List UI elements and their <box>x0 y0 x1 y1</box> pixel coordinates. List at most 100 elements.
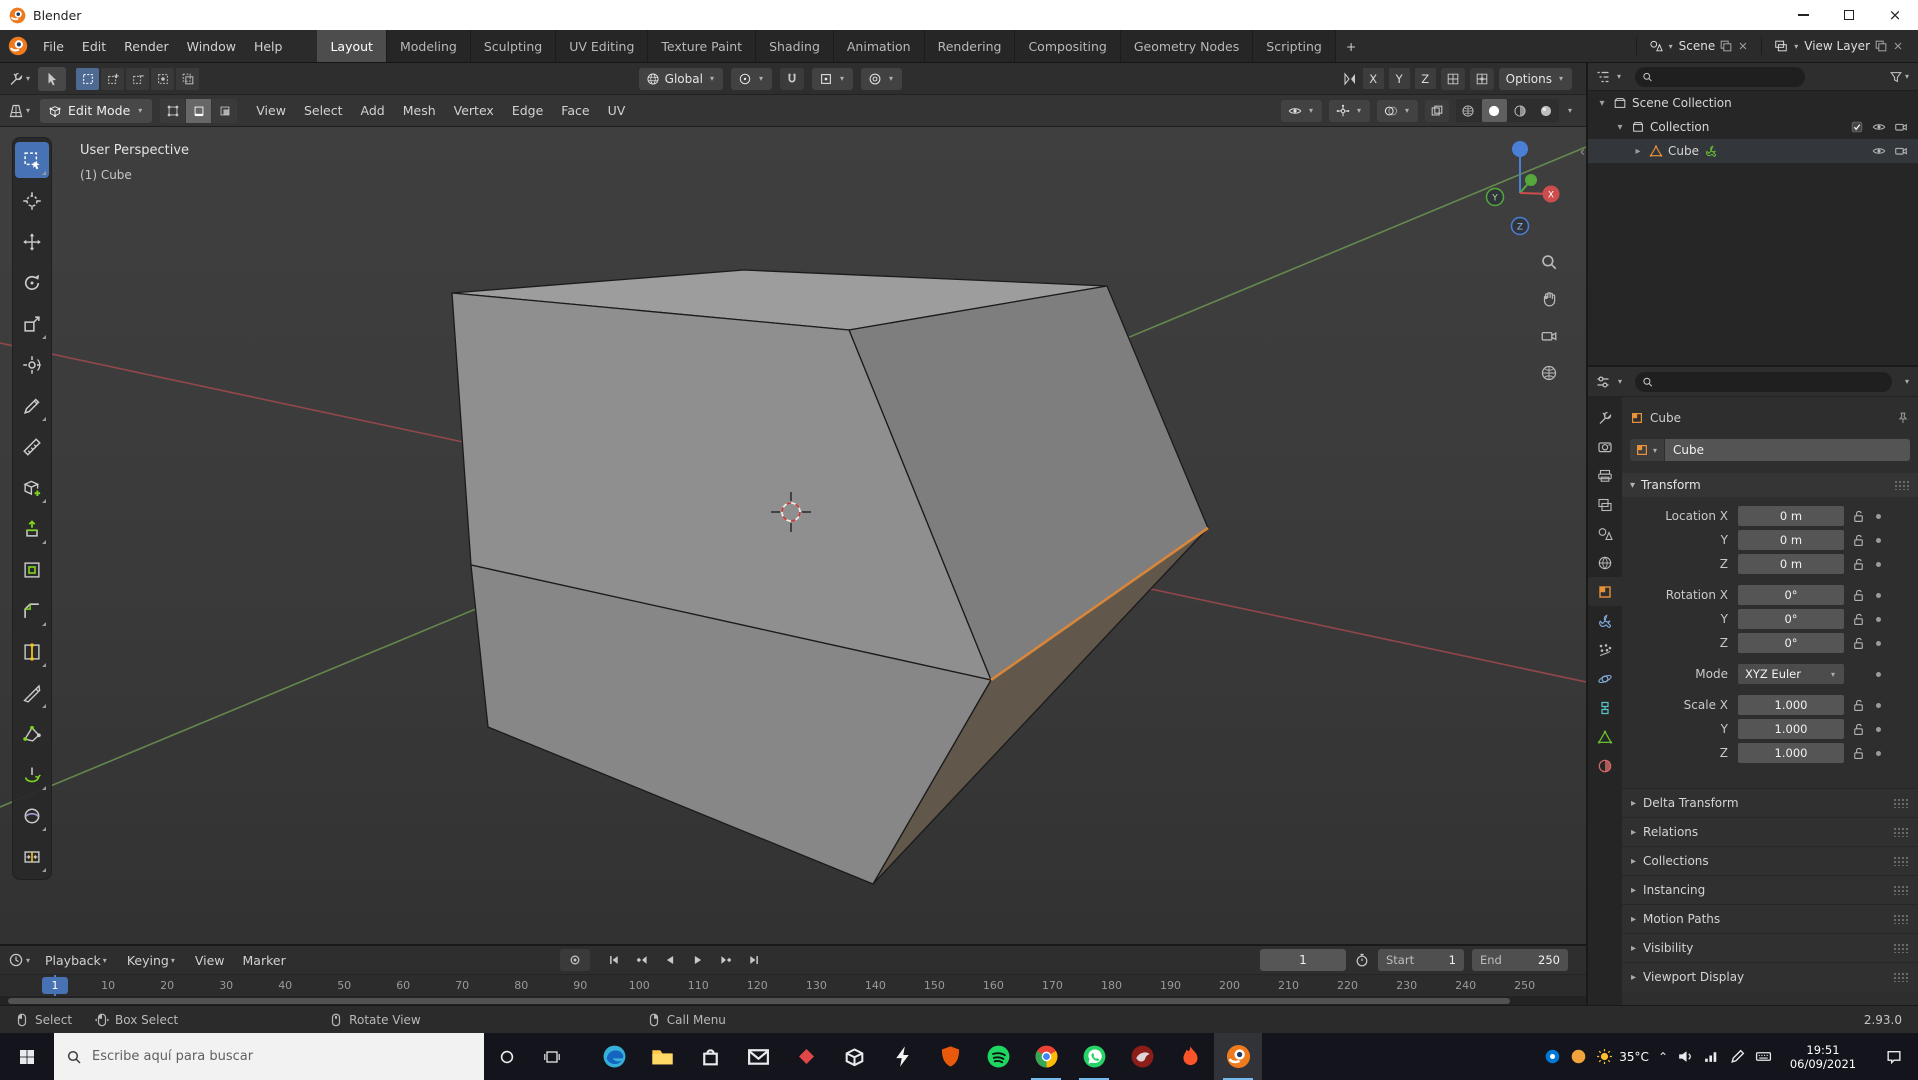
next-keyframe-button[interactable] <box>714 949 738 971</box>
properties-tab-physics[interactable] <box>1588 664 1622 693</box>
current-frame-field[interactable]: 1 <box>1260 949 1346 971</box>
viewport-menu-vertex[interactable]: Vertex <box>445 95 503 126</box>
outliner-editor-icon[interactable] <box>1595 69 1611 85</box>
camera-icon[interactable] <box>1894 144 1908 158</box>
section-collections[interactable]: ▸ Collections <box>1622 846 1918 875</box>
taskbar-flame-app[interactable] <box>1166 1033 1214 1080</box>
properties-tab-tool[interactable] <box>1588 403 1622 432</box>
tool-measure[interactable] <box>15 429 49 465</box>
camera-view-button[interactable] <box>1536 323 1562 349</box>
breadcrumb-object[interactable]: Cube <box>1650 411 1681 425</box>
new-scene-icon[interactable] <box>1719 39 1733 53</box>
pan-button[interactable] <box>1536 286 1562 312</box>
object-visibility-dropdown[interactable]: ▾ <box>1280 99 1322 122</box>
gizmos-dropdown[interactable]: ▾ <box>1328 99 1370 122</box>
lock-icon[interactable] <box>1851 636 1866 651</box>
timeline-menu-marker[interactable]: Marker <box>234 946 295 974</box>
properties-tab-modifiers[interactable] <box>1588 606 1622 635</box>
keyframe-dot[interactable] <box>1876 640 1881 646</box>
properties-tab-data[interactable] <box>1588 722 1622 751</box>
network-icon[interactable] <box>1703 1048 1720 1065</box>
hidden-icons-chevron[interactable]: ⌃ <box>1658 1050 1668 1064</box>
taskbar-bolt-app[interactable] <box>878 1033 926 1080</box>
number-field[interactable]: 0 m <box>1738 530 1844 550</box>
keyframe-dot[interactable] <box>1876 702 1881 708</box>
task-view-button[interactable] <box>529 1033 574 1080</box>
section-grip[interactable] <box>1893 885 1909 895</box>
rotation-mode-dropdown[interactable]: XYZ Euler ▾ <box>1738 664 1844 684</box>
end-frame-field[interactable]: End 250 <box>1472 949 1568 971</box>
taskbar-spotify[interactable] <box>974 1033 1022 1080</box>
transform-panel-header[interactable]: ▾ Transform <box>1622 473 1918 497</box>
lock-icon[interactable] <box>1851 698 1866 713</box>
object-name-field[interactable]: Cube <box>1665 439 1910 461</box>
active-tool-button[interactable] <box>38 66 67 91</box>
properties-editor-icon[interactable] <box>1595 374 1611 390</box>
tool-extrude-region[interactable] <box>15 511 49 547</box>
viewport-menu-view[interactable]: View <box>247 95 295 126</box>
tool-smooth[interactable] <box>15 798 49 834</box>
select-set-button[interactable] <box>76 67 100 90</box>
taskbar-blender[interactable] <box>1214 1033 1262 1080</box>
notification-center-icon[interactable] <box>1874 1048 1914 1065</box>
mirror-z-button[interactable]: Z <box>1414 68 1436 89</box>
keyframe-dot[interactable] <box>1876 726 1881 732</box>
taskbar-store[interactable] <box>686 1033 734 1080</box>
taskbar-box-app[interactable] <box>830 1033 878 1080</box>
lock-icon[interactable] <box>1851 509 1866 524</box>
viewport-menu-uv[interactable]: UV <box>599 95 635 126</box>
properties-tab-render[interactable] <box>1588 432 1622 461</box>
timeline-scrollbar[interactable] <box>0 996 1586 1005</box>
tab-compositing[interactable]: Compositing <box>1015 30 1121 62</box>
properties-tab-constraints[interactable] <box>1588 693 1622 722</box>
taskbar-explorer[interactable] <box>638 1033 686 1080</box>
taskbar-edge[interactable] <box>590 1033 638 1080</box>
start-frame-field[interactable]: Start 1 <box>1378 949 1464 971</box>
properties-search-input[interactable] <box>1658 375 1885 388</box>
lock-icon[interactable] <box>1851 746 1866 761</box>
snap-grid-absolute-button[interactable] <box>1469 67 1494 90</box>
snap-toggle-button[interactable] <box>779 67 804 90</box>
tool-rotate[interactable] <box>15 265 49 301</box>
tool-poly-build[interactable] <box>15 716 49 752</box>
eye-icon[interactable] <box>1872 144 1886 158</box>
jump-to-end-button[interactable] <box>742 949 766 971</box>
eye-icon[interactable] <box>1872 120 1886 134</box>
keyframe-dot[interactable] <box>1876 750 1881 756</box>
close-button[interactable]: × <box>1872 0 1918 30</box>
section-relations[interactable]: ▸ Relations <box>1622 817 1918 846</box>
new-view-layer-icon[interactable] <box>1874 39 1888 53</box>
select-subtract-button[interactable] <box>126 67 150 90</box>
viewport-menu-mesh[interactable]: Mesh <box>394 95 445 126</box>
tab-shading[interactable]: Shading <box>756 30 834 62</box>
outliner-filter[interactable]: ▾ <box>1889 70 1911 84</box>
panel-grip[interactable] <box>1894 480 1910 490</box>
lock-icon[interactable] <box>1851 533 1866 548</box>
outliner-item-collection[interactable]: ▾ Collection <box>1588 115 1918 139</box>
properties-tab-world[interactable] <box>1588 548 1622 577</box>
delete-view-layer-icon[interactable] <box>1892 40 1904 52</box>
keyframe-dot[interactable] <box>1876 513 1881 519</box>
zoom-button[interactable] <box>1536 249 1562 275</box>
viewport-menu-select[interactable]: Select <box>295 95 352 126</box>
blender-menu-icon[interactable] <box>8 36 28 56</box>
tab-scripting[interactable]: Scripting <box>1253 30 1336 62</box>
play-reverse-button[interactable] <box>658 949 682 971</box>
orientation-dropdown[interactable]: Global ▾ <box>638 67 723 90</box>
number-field[interactable]: 1.000 <box>1738 743 1844 763</box>
scrollbar-thumb[interactable] <box>8 997 1510 1004</box>
auto-keying-button[interactable] <box>560 949 590 971</box>
disclosure-arrow[interactable]: ▾ <box>1614 122 1626 133</box>
select-extend-button[interactable] <box>101 67 125 90</box>
tab-uv-editing[interactable]: UV Editing <box>556 30 649 62</box>
section-grip[interactable] <box>1893 827 1909 837</box>
face-select-button[interactable] <box>212 98 238 123</box>
shading-material-button[interactable] <box>1508 99 1533 122</box>
tab-sculpting[interactable]: Sculpting <box>470 30 557 62</box>
lock-icon[interactable] <box>1851 557 1866 572</box>
tab-animation[interactable]: Animation <box>833 30 925 62</box>
viewport-3d[interactable]: User Perspective (1) Cube X Y Z ‹ <box>0 127 1586 944</box>
keyboard-icon[interactable] <box>1755 1048 1772 1065</box>
lock-icon[interactable] <box>1851 722 1866 737</box>
tool-move[interactable] <box>15 224 49 260</box>
